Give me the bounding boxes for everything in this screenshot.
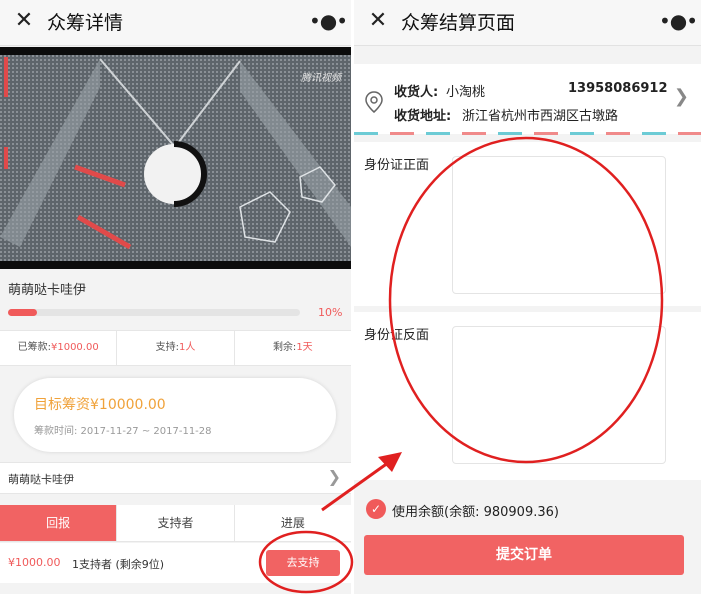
more-icon[interactable]: •●•: [659, 10, 698, 34]
project-title: 萌萌哒卡哇伊: [8, 283, 87, 298]
stat-remaining-value: 1天: [296, 342, 313, 353]
video-watermark: 腾讯视频: [301, 73, 341, 84]
top-navbar: ✕ 众筹详情 •●•: [0, 0, 351, 46]
chevron-right-icon: ❯: [673, 86, 689, 107]
tab-reward[interactable]: 回报: [0, 505, 118, 541]
progress-percent: 10%: [318, 306, 343, 319]
page-title: 众筹详情: [47, 12, 124, 34]
recipient-label: 收货人:: [394, 85, 439, 100]
tab-progress[interactable]: 进展: [235, 505, 351, 541]
video-thumbnail-graphic: [0, 55, 351, 261]
video-player[interactable]: 腾讯视频: [0, 47, 351, 269]
address-card[interactable]: 收货人: 小淘桃 13958086912 收货地址: 浙江省杭州市西湖区古墩路 …: [354, 64, 701, 134]
stats-row: 已筹款:¥1000.00 支持:1人 剩余:1天: [0, 330, 351, 366]
target-card: 目标筹资¥10000.00 筹款时间: 2017-11-27 ~ 2017-11…: [14, 378, 336, 452]
stat-supporters-value: 1人: [178, 342, 196, 353]
funding-dates: 筹款时间: 2017-11-27 ~ 2017-11-28: [34, 426, 212, 437]
location-pin-icon: [365, 91, 383, 113]
id-back-section: 身份证反面: [354, 312, 701, 480]
id-front-upload[interactable]: [452, 156, 666, 294]
reward-price: ¥1000.00: [8, 556, 61, 569]
progress-bar: [8, 309, 300, 316]
id-front-label: 身份证正面: [364, 158, 430, 173]
tab-supporters[interactable]: 支持者: [117, 505, 235, 541]
more-icon[interactable]: •●•: [309, 10, 348, 34]
close-icon[interactable]: ✕: [12, 9, 36, 33]
target-amount: 目标筹资¥10000.00: [34, 397, 166, 413]
stat-remaining: 剩余:1天: [235, 331, 351, 365]
top-navbar: ✕ 众筹结算页面 •●•: [354, 0, 701, 46]
progress-fill: [8, 309, 38, 316]
page-title: 众筹结算页面: [401, 12, 516, 34]
use-balance-row[interactable]: ✓ 使用余额(余额: 980909.36): [354, 492, 701, 526]
stat-raised-label: 已筹款:: [17, 342, 51, 353]
close-icon[interactable]: ✕: [366, 9, 390, 33]
submit-order-button[interactable]: 提交订单: [364, 535, 684, 575]
reward-info: 1支持者 (剩余9位): [72, 558, 165, 571]
stat-supporters-label: 支持:: [155, 342, 179, 353]
reward-row: ¥1000.00 1支持者 (剩余9位) 去支持: [0, 543, 351, 583]
checkmark-icon[interactable]: ✓: [366, 499, 386, 519]
chevron-right-icon: ❯: [327, 467, 341, 486]
stat-supporters: 支持:1人: [117, 331, 235, 365]
id-back-label: 身份证反面: [364, 328, 430, 343]
recipient-phone: 13958086912: [568, 81, 668, 96]
tab-bar: 回报 支持者 进展: [0, 505, 351, 542]
crowdfunding-detail-screen: ✕ 众筹详情 •●• 腾讯视频 萌萌哒卡哇伊 10% 已筹款:¥1000.00 …: [0, 0, 351, 594]
envelope-stripe: [354, 132, 701, 135]
balance-text: 使用余额(余额: 980909.36): [392, 505, 559, 520]
stat-remaining-label: 剩余:: [272, 342, 297, 353]
address-value: 浙江省杭州市西湖区古墩路: [462, 109, 619, 124]
id-back-upload[interactable]: [452, 326, 666, 464]
address-label: 收货地址:: [394, 109, 452, 124]
checkout-screen: ✕ 众筹结算页面 •●• 收货人: 小淘桃 13958086912 收货地址: …: [354, 0, 701, 594]
comparison-screenshot: ✕ 众筹详情 •●• 腾讯视频 萌萌哒卡哇伊 10% 已筹款:¥1000.00 …: [0, 0, 701, 594]
stat-raised-value: ¥1000.00: [50, 342, 99, 353]
owner-row[interactable]: 萌萌哒卡哇伊 ❯: [0, 462, 351, 494]
support-button[interactable]: 去支持: [266, 550, 340, 576]
id-front-section: 身份证正面: [354, 142, 701, 306]
owner-name: 萌萌哒卡哇伊: [8, 473, 74, 486]
recipient-name: 小淘桃: [446, 85, 486, 100]
stat-raised: 已筹款:¥1000.00: [0, 331, 118, 365]
